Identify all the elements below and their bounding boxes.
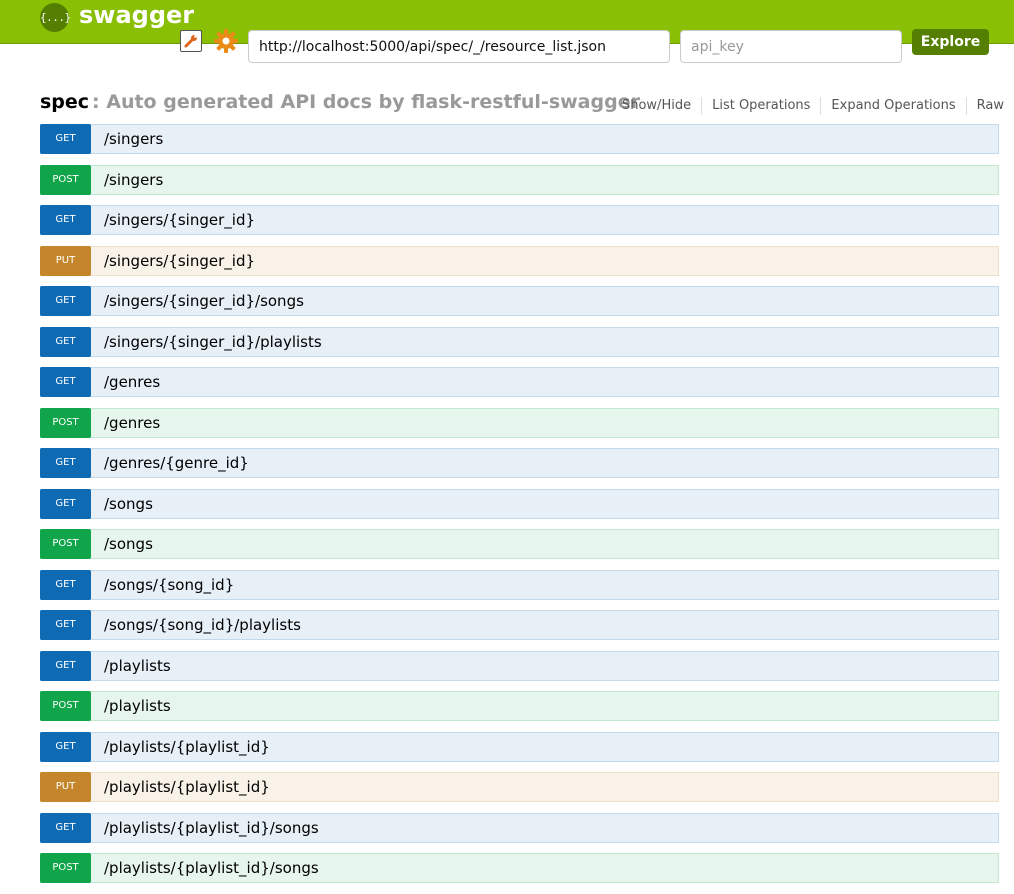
endpoint-path[interactable]: /singers/{singer_id}/songs (104, 287, 304, 315)
endpoint-path[interactable]: /singers/{singer_id} (104, 247, 255, 275)
endpoint-path[interactable]: /songs/{song_id}/playlists (104, 611, 301, 639)
endpoint-path[interactable]: /singers (104, 166, 163, 194)
http-method-badge[interactable]: GET (40, 812, 91, 843)
endpoint-path[interactable]: /playlists/{playlist_id}/songs (104, 854, 319, 882)
resource-description: : Auto generated API docs by flask-restf… (92, 89, 640, 115)
api-key-input[interactable] (680, 30, 902, 63)
resource-name-link[interactable]: spec (40, 89, 89, 115)
endpoint-path[interactable]: /genres (104, 368, 160, 396)
http-method-badge[interactable]: POST (40, 691, 91, 721)
http-method-badge[interactable]: GET (40, 731, 91, 762)
endpoint-path[interactable]: /playlists/{playlist_id} (104, 773, 270, 801)
operation-row[interactable]: GET/singers/{singer_id}/songs (40, 286, 999, 316)
wrench-icon[interactable] (180, 30, 202, 52)
http-method-badge[interactable]: GET (40, 488, 91, 519)
endpoint-path[interactable]: /singers/{singer_id}/playlists (104, 328, 322, 356)
http-method-badge[interactable]: PUT (40, 772, 91, 802)
http-method-badge[interactable]: GET (40, 286, 91, 316)
endpoint-path[interactable]: /playlists (104, 652, 171, 680)
http-method-badge[interactable]: POST (40, 529, 91, 559)
http-method-badge[interactable]: POST (40, 853, 91, 883)
gear-icon[interactable] (213, 28, 239, 54)
operation-row[interactable]: GET/singers/{singer_id}/playlists (40, 326, 999, 357)
operation-row[interactable]: GET/songs/{song_id} (40, 569, 999, 600)
list-operations-link[interactable]: List Operations (701, 97, 820, 115)
http-method-badge[interactable]: GET (40, 124, 91, 154)
description-text: Auto generated API docs by flask-restful… (106, 91, 640, 113)
http-method-badge[interactable]: POST (40, 407, 91, 438)
explore-button[interactable]: Explore (912, 29, 989, 55)
http-method-badge[interactable]: GET (40, 610, 91, 640)
operation-row[interactable]: GET/songs (40, 488, 999, 519)
endpoint-path[interactable]: /playlists (104, 692, 171, 720)
http-method-badge[interactable]: GET (40, 367, 91, 397)
operation-row[interactable]: POST/songs (40, 529, 999, 559)
endpoint-path[interactable]: /playlists/{playlist_id} (104, 733, 270, 761)
operation-row[interactable]: GET/singers (40, 124, 999, 154)
operation-row[interactable]: GET/playlists/{playlist_id}/songs (40, 812, 999, 843)
http-method-badge[interactable]: GET (40, 569, 91, 600)
endpoint-path[interactable]: /singers/{singer_id} (104, 206, 255, 234)
operation-row[interactable]: POST/playlists (40, 691, 999, 721)
http-method-badge[interactable]: GET (40, 205, 91, 235)
http-method-badge[interactable]: POST (40, 164, 91, 195)
http-method-badge[interactable]: PUT (40, 245, 91, 276)
endpoint-path[interactable]: /genres (104, 409, 160, 437)
operation-row[interactable]: PUT/singers/{singer_id} (40, 245, 999, 276)
endpoint-path[interactable]: /songs/{song_id} (104, 571, 234, 599)
show-hide-link[interactable]: Show/Hide (612, 97, 701, 115)
operation-row[interactable]: POST/playlists/{playlist_id}/songs (40, 853, 999, 883)
operation-row[interactable]: PUT/playlists/{playlist_id} (40, 772, 999, 802)
operation-row[interactable]: POST/genres (40, 407, 999, 438)
operations-list: GET/singers POST/singers GET/singers/{sing… (40, 124, 999, 894)
raw-link[interactable]: Raw (965, 97, 1004, 115)
operation-row[interactable]: GET/genres/{genre_id} (40, 448, 999, 478)
expand-operations-link[interactable]: Expand Operations (820, 97, 965, 115)
endpoint-path[interactable]: /genres/{genre_id} (104, 449, 249, 477)
brand-title[interactable]: swagger (79, 0, 194, 32)
operation-row[interactable]: GET/singers/{singer_id} (40, 205, 999, 235)
http-method-badge[interactable]: GET (40, 326, 91, 357)
operation-row[interactable]: GET/genres (40, 367, 999, 397)
http-method-badge[interactable]: GET (40, 448, 91, 478)
operation-row[interactable]: GET/playlists/{playlist_id} (40, 731, 999, 762)
operation-row[interactable]: GET/playlists (40, 650, 999, 681)
heading-separator: : (92, 91, 100, 113)
endpoint-path[interactable]: /songs (104, 490, 153, 518)
endpoint-path[interactable]: /songs (104, 530, 153, 558)
http-method-badge[interactable]: GET (40, 650, 91, 681)
endpoint-path[interactable]: /singers (104, 125, 163, 153)
operation-row[interactable]: POST/singers (40, 164, 999, 195)
resource-controls: Show/Hide List Operations Expand Operati… (612, 97, 1004, 115)
endpoint-path[interactable]: /playlists/{playlist_id}/songs (104, 814, 319, 842)
spec-url-input[interactable] (248, 30, 670, 63)
operation-row[interactable]: GET/songs/{song_id}/playlists (40, 610, 999, 640)
swagger-logo-icon[interactable]: {...} (40, 3, 71, 32)
